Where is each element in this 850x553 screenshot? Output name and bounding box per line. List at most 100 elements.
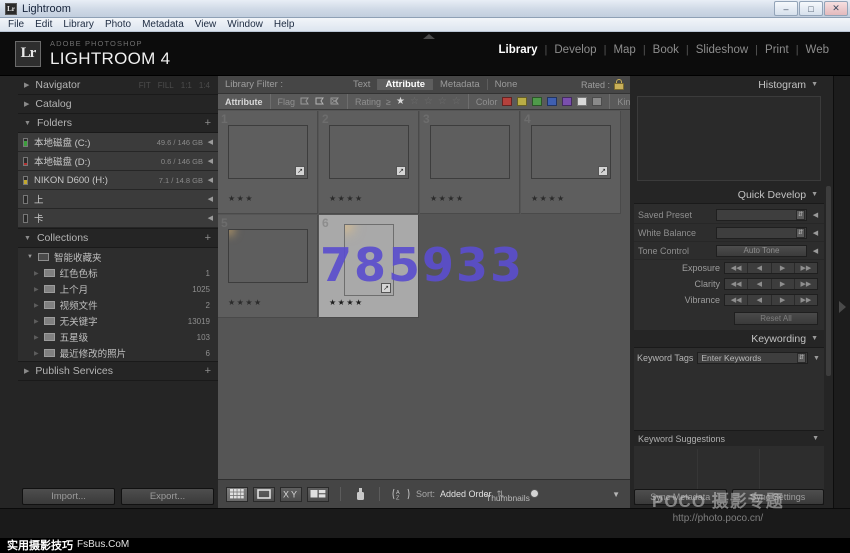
survey-view-icon[interactable]	[307, 487, 329, 502]
exposure-big-increase[interactable]: ▶▶	[795, 263, 817, 273]
module-develop[interactable]: Develop	[547, 44, 603, 56]
panel-header-histogram[interactable]: Histogram ▼	[634, 76, 824, 93]
exposure-decrease[interactable]: ◀	[748, 263, 771, 273]
photo-thumbnail[interactable]: ↗	[344, 224, 394, 296]
right-panel-toggle-icon[interactable]	[839, 301, 846, 313]
list-item[interactable]: ▶ 五星级 103	[18, 329, 218, 345]
menu-help[interactable]: Help	[274, 19, 295, 30]
module-book[interactable]: Book	[646, 44, 686, 56]
filter-tab-text[interactable]: Text	[346, 79, 377, 90]
grid-cell-selected[interactable]: 6 ↗ ★★★★	[319, 215, 419, 318]
rating-stars[interactable]: ★★★★	[531, 194, 566, 203]
exposure-stepper[interactable]: ◀◀ ◀ ▶ ▶▶	[724, 262, 818, 274]
histogram-graph[interactable]	[637, 96, 821, 181]
slider-knob[interactable]	[530, 489, 539, 498]
chevron-left-icon[interactable]: ◀	[811, 211, 820, 219]
vibrance-big-increase[interactable]: ▶▶	[795, 295, 817, 305]
module-library[interactable]: Library	[492, 44, 545, 56]
panel-header-publish-services[interactable]: ▶ Publish Services +	[18, 362, 218, 381]
list-item[interactable]: ▶ 最近修改的照片 6	[18, 345, 218, 361]
chevron-left-icon[interactable]: ◀	[208, 157, 213, 165]
list-item[interactable]: ▶ 无关键字 13019	[18, 313, 218, 329]
folder-row[interactable]: 上 ◀	[18, 190, 218, 209]
clarity-big-increase[interactable]: ▶▶	[795, 279, 817, 289]
flag-rejected-icon[interactable]	[330, 97, 340, 107]
menu-edit[interactable]: Edit	[35, 19, 52, 30]
menu-photo[interactable]: Photo	[105, 19, 131, 30]
menu-metadata[interactable]: Metadata	[142, 19, 184, 30]
module-slideshow[interactable]: Slideshow	[689, 44, 755, 56]
auto-tone-button[interactable]: Auto Tone	[716, 245, 807, 257]
photo-thumbnail[interactable]: ↗	[531, 125, 611, 179]
filter-tab-attribute[interactable]: Attribute	[377, 79, 432, 90]
add-folder-icon[interactable]: +	[205, 117, 211, 129]
list-item[interactable]: ▶ 上个月 1025	[18, 281, 218, 297]
minimize-button[interactable]: –	[774, 1, 798, 16]
module-map[interactable]: Map	[606, 44, 642, 56]
rating-star-5[interactable]: ☆	[452, 96, 461, 107]
grid-cell[interactable]: 5 ★★★★	[218, 215, 318, 318]
folder-row[interactable]: 本地磁盘 (D:) 0.6 / 146 GB ◀	[18, 152, 218, 171]
color-swatch-yellow[interactable]	[517, 97, 527, 106]
sort-az-icon[interactable]: AZ	[391, 487, 411, 502]
crop-badge-icon[interactable]: ↗	[295, 166, 305, 176]
rating-operator[interactable]: ≥	[386, 97, 391, 107]
folder-row[interactable]: 本地磁盘 (C:) 49.6 / 146 GB ◀	[18, 133, 218, 152]
zoom-1-1[interactable]: 1:1	[181, 81, 192, 90]
photo-thumbnail[interactable]	[228, 229, 308, 283]
grid-cell[interactable]: 1 ↗ ★★★	[218, 111, 318, 214]
chevron-down-icon[interactable]: ▼	[612, 490, 620, 499]
rating-stars[interactable]: ★★★★	[329, 298, 364, 307]
crop-badge-icon[interactable]: ↗	[598, 166, 608, 176]
panel-header-navigator[interactable]: ▶ Navigator FIT FILL 1:1 1:4	[18, 76, 218, 95]
module-print[interactable]: Print	[758, 44, 796, 56]
collection-group[interactable]: ▼ 智能收藏夹	[18, 248, 218, 265]
vibrance-stepper[interactable]: ◀◀ ◀ ▶ ▶▶	[724, 294, 818, 306]
chevron-left-icon[interactable]: ◀	[208, 176, 213, 184]
color-swatch-red[interactable]	[502, 97, 512, 106]
add-publish-service-icon[interactable]: +	[205, 365, 211, 377]
flag-picked-icon[interactable]	[300, 97, 310, 107]
exposure-big-decrease[interactable]: ◀◀	[725, 263, 748, 273]
keyword-suggestions-header[interactable]: Keyword Suggestions ▼	[634, 430, 824, 446]
list-item[interactable]: ▶ 红色色标 1	[18, 265, 218, 281]
exposure-increase[interactable]: ▶	[772, 263, 795, 273]
export-button[interactable]: Export...	[121, 488, 214, 505]
close-button[interactable]: ✕	[824, 1, 848, 16]
right-panel-scrollbar[interactable]	[826, 186, 831, 376]
menu-window[interactable]: Window	[227, 19, 263, 30]
color-swatch-white[interactable]	[577, 97, 587, 106]
rating-star-2[interactable]: ☆	[410, 96, 419, 107]
keyword-entry-area[interactable]	[637, 365, 821, 427]
rating-stars[interactable]: ★★★★	[329, 194, 364, 203]
sync-metadata-button[interactable]: Sync Metadata	[634, 489, 727, 505]
right-edge-strip[interactable]	[833, 76, 850, 508]
chevron-left-icon[interactable]: ◀	[811, 229, 820, 237]
chevron-down-icon[interactable]: ▼	[812, 355, 821, 362]
vibrance-increase[interactable]: ▶	[772, 295, 795, 305]
panel-header-folders[interactable]: ▼ Folders +	[18, 114, 218, 133]
grid-cell[interactable]: 3 ★★★★	[420, 111, 520, 214]
menu-file[interactable]: File	[8, 19, 24, 30]
thumbnail-size-slider[interactable]: Thumbnails	[486, 493, 594, 504]
folder-row[interactable]: NIKON D600 (H:) 7.1 / 14.8 GB ◀	[18, 171, 218, 190]
photo-thumbnail[interactable]: ↗	[228, 125, 308, 179]
color-swatch-blue[interactable]	[547, 97, 557, 106]
filter-tab-none[interactable]: None	[487, 79, 525, 90]
vibrance-decrease[interactable]: ◀	[748, 295, 771, 305]
grid-cell[interactable]: 2 ↗ ★★★★	[319, 111, 419, 214]
color-swatch-purple[interactable]	[562, 97, 572, 106]
loupe-view-icon[interactable]	[253, 487, 275, 502]
clarity-increase[interactable]: ▶	[772, 279, 795, 289]
stepper-icon[interactable]: ⇵	[796, 228, 805, 238]
painter-icon[interactable]	[352, 487, 368, 502]
rating-stars[interactable]: ★★★★	[228, 298, 263, 307]
rating-star-4[interactable]: ☆	[438, 96, 447, 107]
thumbnail-grid[interactable]: 1 ↗ ★★★ 2 ↗ ★★★★ 3 ★★★★	[218, 111, 630, 479]
photo-thumbnail[interactable]: ↗	[329, 125, 409, 179]
chevron-left-icon[interactable]: ◀	[208, 195, 213, 203]
panel-header-quick-develop[interactable]: Quick Develop ▼	[634, 186, 824, 203]
reset-all-button[interactable]: Reset All	[734, 312, 818, 325]
chevron-left-icon[interactable]: ◀	[208, 138, 213, 146]
saved-preset-select[interactable]: ⇵	[716, 209, 807, 221]
